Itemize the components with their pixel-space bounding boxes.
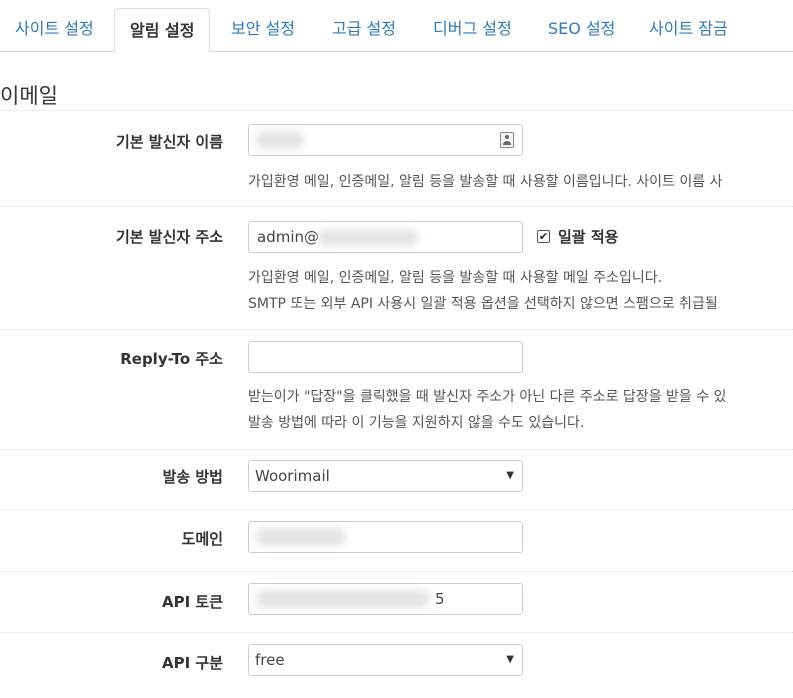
chevron-down-icon: ▼ <box>506 470 514 481</box>
divider <box>0 571 793 572</box>
api-type-select[interactable]: free ▼ <box>248 644 523 676</box>
redacted-domain <box>256 528 346 546</box>
sender-address-help-line2: SMTP 또는 외부 API 사용시 일괄 적용 옵션을 선택하지 않으면 스팸… <box>248 296 718 312</box>
redacted-api-token <box>256 590 430 608</box>
tab-security-settings[interactable]: 보안 설정 <box>216 8 310 52</box>
bulk-apply-label[interactable]: 일괄 적용 <box>558 226 618 247</box>
sender-address-label: 기본 발신자 주소 <box>115 228 223 246</box>
tab-notification-settings[interactable]: 알림 설정 <box>114 8 211 53</box>
redacted-email-domain <box>318 229 418 246</box>
divider <box>0 632 793 633</box>
divider <box>0 509 793 510</box>
chevron-down-icon: ▼ <box>506 654 514 665</box>
tab-site-settings[interactable]: 사이트 설정 <box>0 8 109 52</box>
reply-to-help-line2: 발송 방법에 따라 이 기능을 지원하지 않을 수도 있습니다. <box>248 415 585 431</box>
divider <box>0 110 793 111</box>
send-method-label: 발송 방법 <box>162 468 223 486</box>
api-token-value: 5 <box>435 590 445 608</box>
sender-address-value: admin@ <box>257 228 319 246</box>
tab-advanced-settings[interactable]: 고급 설정 <box>317 8 411 52</box>
divider <box>0 206 793 207</box>
send-method-select[interactable]: Woorimail ▼ <box>248 460 523 492</box>
domain-label: 도메인 <box>181 530 223 548</box>
sender-name-help: 가입환영 메일, 인증메일, 알림 등을 발송할 때 사용할 이름입니다. 사이… <box>248 174 723 190</box>
redacted-sender-name <box>256 131 304 149</box>
divider <box>0 449 793 450</box>
sender-name-label: 기본 발신자 이름 <box>115 133 223 151</box>
divider <box>0 329 793 330</box>
reply-to-input[interactable] <box>248 341 523 373</box>
api-type-value: free <box>255 651 285 669</box>
tab-site-lock[interactable]: 사이트 잠금 <box>634 8 743 52</box>
reply-to-help-line1: 받는이가 "답장"을 클릭했을 때 발신자 주소가 아닌 다른 주소로 답장을 … <box>248 389 727 405</box>
reply-to-label: Reply-To 주소 <box>120 350 223 368</box>
tab-debug-settings[interactable]: 디버그 설정 <box>418 8 527 52</box>
contact-card-icon <box>500 132 514 148</box>
section-title-email: 이메일 <box>0 84 58 108</box>
bulk-apply-checkbox[interactable]: ✔ <box>537 230 550 243</box>
settings-tabs: 사이트 설정 알림 설정 보안 설정 고급 설정 디버그 설정 SEO 설정 사… <box>0 0 793 53</box>
api-type-label: API 구분 <box>161 654 223 672</box>
send-method-value: Woorimail <box>255 467 330 485</box>
api-token-label: API 토큰 <box>161 593 223 611</box>
sender-address-help-line1: 가입환영 메일, 인증메일, 알림 등을 발송할 때 사용할 메일 주소입니다. <box>248 270 663 286</box>
tab-seo-settings[interactable]: SEO 설정 <box>533 8 630 52</box>
